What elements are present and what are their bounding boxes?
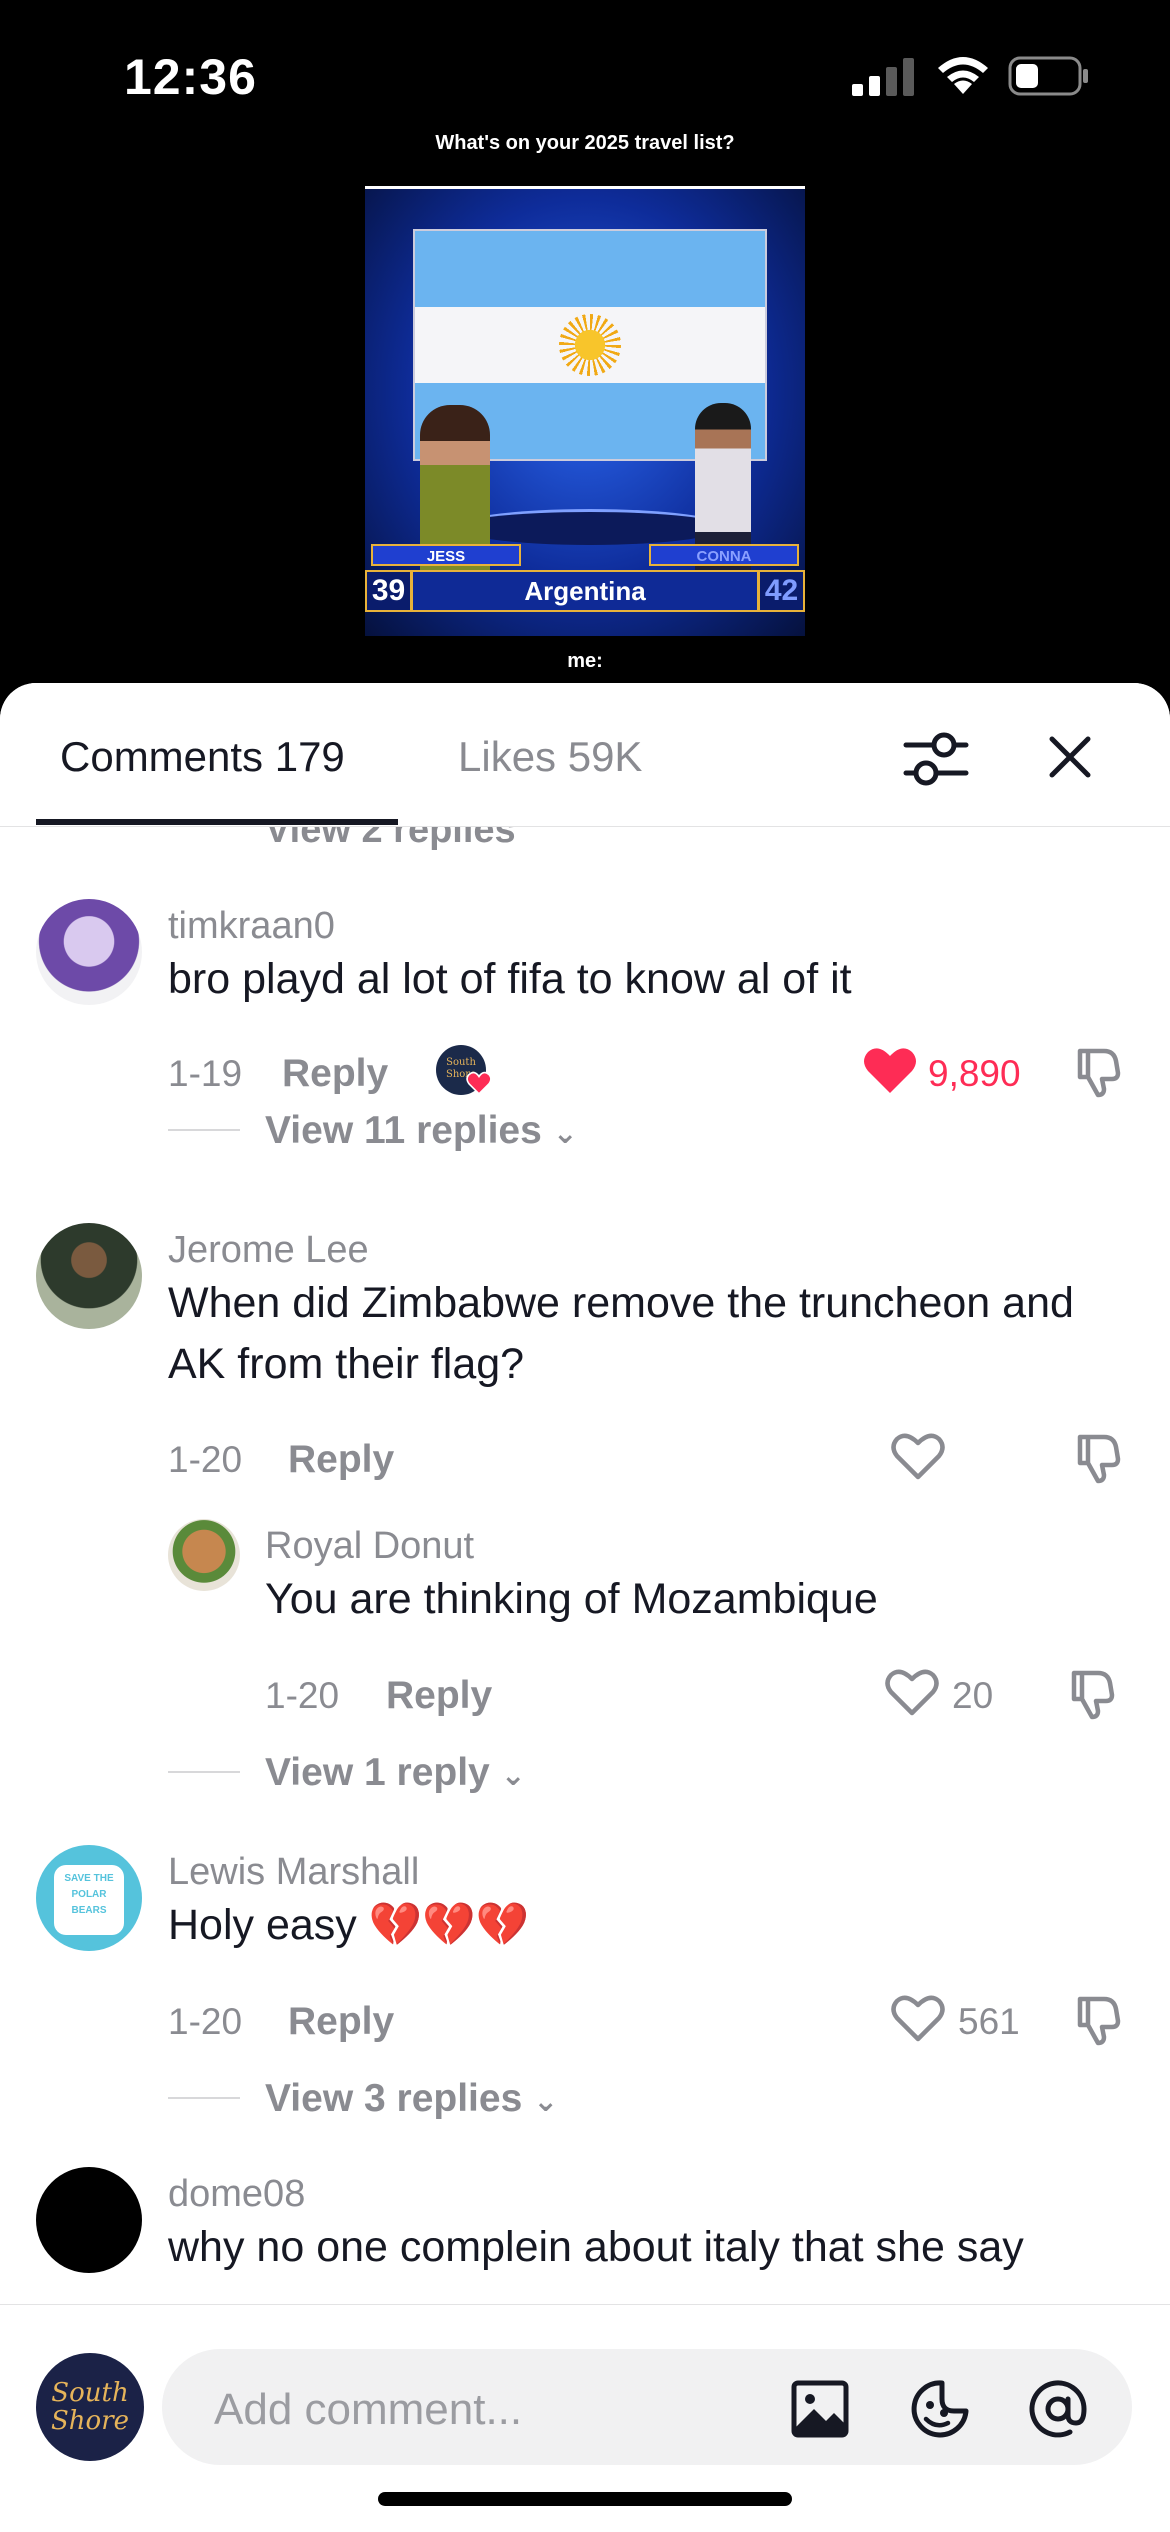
filter-sliders-icon[interactable] [900, 727, 972, 791]
sheet-tab-bar: Comments 179 Likes 59K [0, 683, 1170, 827]
comment-username[interactable]: timkraan0 [168, 905, 335, 948]
emoji-sticker-icon[interactable] [908, 2377, 972, 2441]
reply-text: You are thinking of Mozambique [265, 1575, 878, 1623]
mention-at-icon[interactable] [1026, 2377, 1090, 2441]
chevron-down-icon: ⌄ [552, 1117, 578, 1150]
view-replies-link[interactable]: View 11 replies ⌄ [265, 1109, 578, 1153]
like-count: 20 [952, 1675, 994, 1716]
add-comment-placeholder: Add comment... [214, 2385, 523, 2434]
avatar-royal-donut[interactable] [168, 1519, 240, 1591]
video-caption-top: What's on your 2025 travel list? [435, 132, 735, 154]
avatar-dome08[interactable] [36, 2167, 142, 2273]
like-count: 9,890 [928, 1053, 1021, 1094]
video-caption-bottom: me: [567, 650, 603, 672]
like-count: 561 [958, 2001, 1020, 2042]
video-player[interactable]: What's on your 2025 travel list? JESS CO… [0, 120, 1170, 680]
dislike-icon[interactable] [1064, 1665, 1120, 1721]
replies-divider [168, 1129, 240, 1131]
scoreboard: JESS CONNA 39 Argentina 42 [365, 544, 805, 636]
sun-emblem-icon [559, 313, 621, 376]
cellular-signal-icon [852, 58, 914, 96]
answer-text: Argentina [524, 576, 646, 606]
like-heart-icon[interactable] [890, 1993, 946, 2043]
home-indicator[interactable] [378, 2492, 792, 2506]
reply-button[interactable]: Reply [288, 2000, 394, 2044]
reply-date: 1-20 [265, 1675, 340, 1716]
battery-icon [1008, 56, 1088, 96]
status-bar: 12:36 [0, 0, 1170, 140]
avatar-badge-text: SAVE THE POLAR BEARS [54, 1865, 124, 1935]
comment-date: 1-20 [168, 1439, 243, 1480]
contestant-right-name: CONNA [649, 544, 799, 566]
dislike-icon[interactable] [1070, 1429, 1126, 1485]
add-comment-input[interactable]: Add comment... [162, 2349, 1132, 2465]
comment-date: 1-19 [168, 1053, 243, 1094]
score-right: 42 [757, 572, 803, 610]
comment-date: 1-20 [168, 2001, 243, 2042]
comment-text: Holy easy 💔💔💔 [168, 1901, 530, 1949]
avatar-timkraan0[interactable] [36, 899, 142, 1005]
comment-text: bro playd al lot of fifa to know al of i… [168, 955, 852, 1003]
view-replies-label: View 1 reply [265, 1751, 490, 1794]
view-replies-label: View 3 replies [265, 2077, 523, 2120]
view-replies-link[interactable]: View 3 replies ⌄ [265, 2077, 558, 2121]
video-frame: JESS CONNA 39 Argentina 42 [365, 186, 805, 636]
comment-list[interactable]: View 2 replies timkraan0 bro playd al lo… [0, 827, 1170, 2307]
chevron-down-icon: ⌄ [500, 1759, 526, 1792]
reply-username[interactable]: Royal Donut [265, 1525, 474, 1568]
comment-username[interactable]: Jerome Lee [168, 1229, 369, 1272]
view-replies-link-cut[interactable]: View 2 replies [265, 827, 516, 852]
like-heart-icon[interactable] [890, 1431, 946, 1481]
tab-likes[interactable]: Likes 59K [458, 733, 642, 781]
reply-button[interactable]: Reply [282, 1052, 388, 1096]
image-upload-icon[interactable] [788, 2377, 852, 2441]
dislike-icon[interactable] [1070, 1043, 1126, 1099]
wifi-icon [938, 57, 988, 94]
comment-text: When did Zimbabwe remove the truncheon a… [168, 1279, 1074, 1388]
comment-username[interactable]: Lewis Marshall [168, 1851, 419, 1894]
comments-sheet: Comments 179 Likes 59K View 2 replies ti… [0, 683, 1170, 2532]
like-heart-icon[interactable] [884, 1667, 940, 1717]
view-replies-label: View 11 replies [265, 1109, 542, 1152]
avatar-lewis-marshall[interactable]: SAVE THE POLAR BEARS [36, 1845, 142, 1951]
view-replies-link[interactable]: View 1 reply ⌄ [265, 1751, 526, 1795]
dislike-icon[interactable] [1070, 1991, 1126, 2047]
game-show-desk [455, 509, 725, 545]
like-heart-filled-icon[interactable] [862, 1045, 918, 1095]
reply-button[interactable]: Reply [288, 1438, 394, 1482]
comment-text: why no one complein about italy that she… [168, 2223, 1024, 2271]
tab-comments[interactable]: Comments 179 [60, 733, 345, 781]
replies-divider [168, 1771, 240, 1773]
creator-heart-icon [466, 1071, 492, 1095]
active-tab-indicator [36, 819, 398, 825]
reply-button[interactable]: Reply [386, 1674, 492, 1718]
score-left: 39 [367, 572, 413, 610]
contestant-left-name: JESS [371, 544, 521, 566]
replies-divider [168, 2097, 240, 2099]
status-time: 12:36 [124, 49, 257, 105]
close-icon[interactable] [1040, 727, 1100, 787]
chevron-down-icon: ⌄ [533, 2085, 559, 2118]
current-user-avatar[interactable]: South Shore [36, 2353, 144, 2461]
comment-username[interactable]: dome08 [168, 2173, 305, 2216]
avatar-jerome-lee[interactable] [36, 1223, 142, 1329]
